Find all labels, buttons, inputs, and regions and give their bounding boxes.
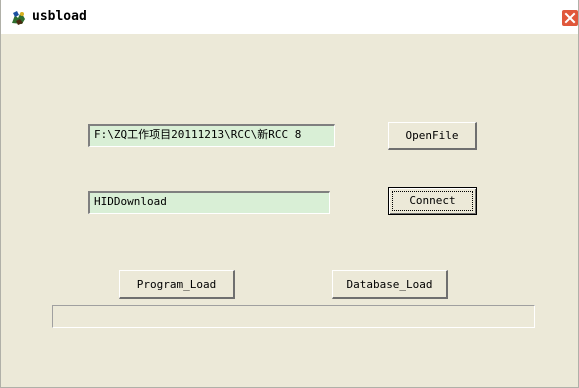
connect-button[interactable]: Connect xyxy=(388,187,477,215)
program-load-button-label: Program_Load xyxy=(136,278,217,291)
connect-button-label: Connect xyxy=(409,194,456,207)
device-name-field[interactable]: HIDDownload xyxy=(88,191,330,214)
open-file-button[interactable]: OpenFile xyxy=(388,122,477,150)
database-load-button-label: Database_Load xyxy=(346,278,433,291)
program-load-button[interactable]: Program_Load xyxy=(119,270,235,299)
close-button[interactable] xyxy=(561,9,578,27)
progress-bar xyxy=(52,305,535,328)
usbload-window: usbload F:\ZQ工作项目20111213\RCC\新RCC 8 Ope… xyxy=(0,0,579,388)
database-load-button[interactable]: Database_Load xyxy=(332,270,448,299)
usbload-app-icon xyxy=(10,9,27,26)
close-icon xyxy=(564,12,576,24)
title-bar[interactable]: usbload xyxy=(1,0,578,34)
window-title: usbload xyxy=(32,9,87,24)
open-file-button-label: OpenFile xyxy=(405,129,459,142)
file-path-field[interactable]: F:\ZQ工作项目20111213\RCC\新RCC 8 xyxy=(88,124,335,147)
